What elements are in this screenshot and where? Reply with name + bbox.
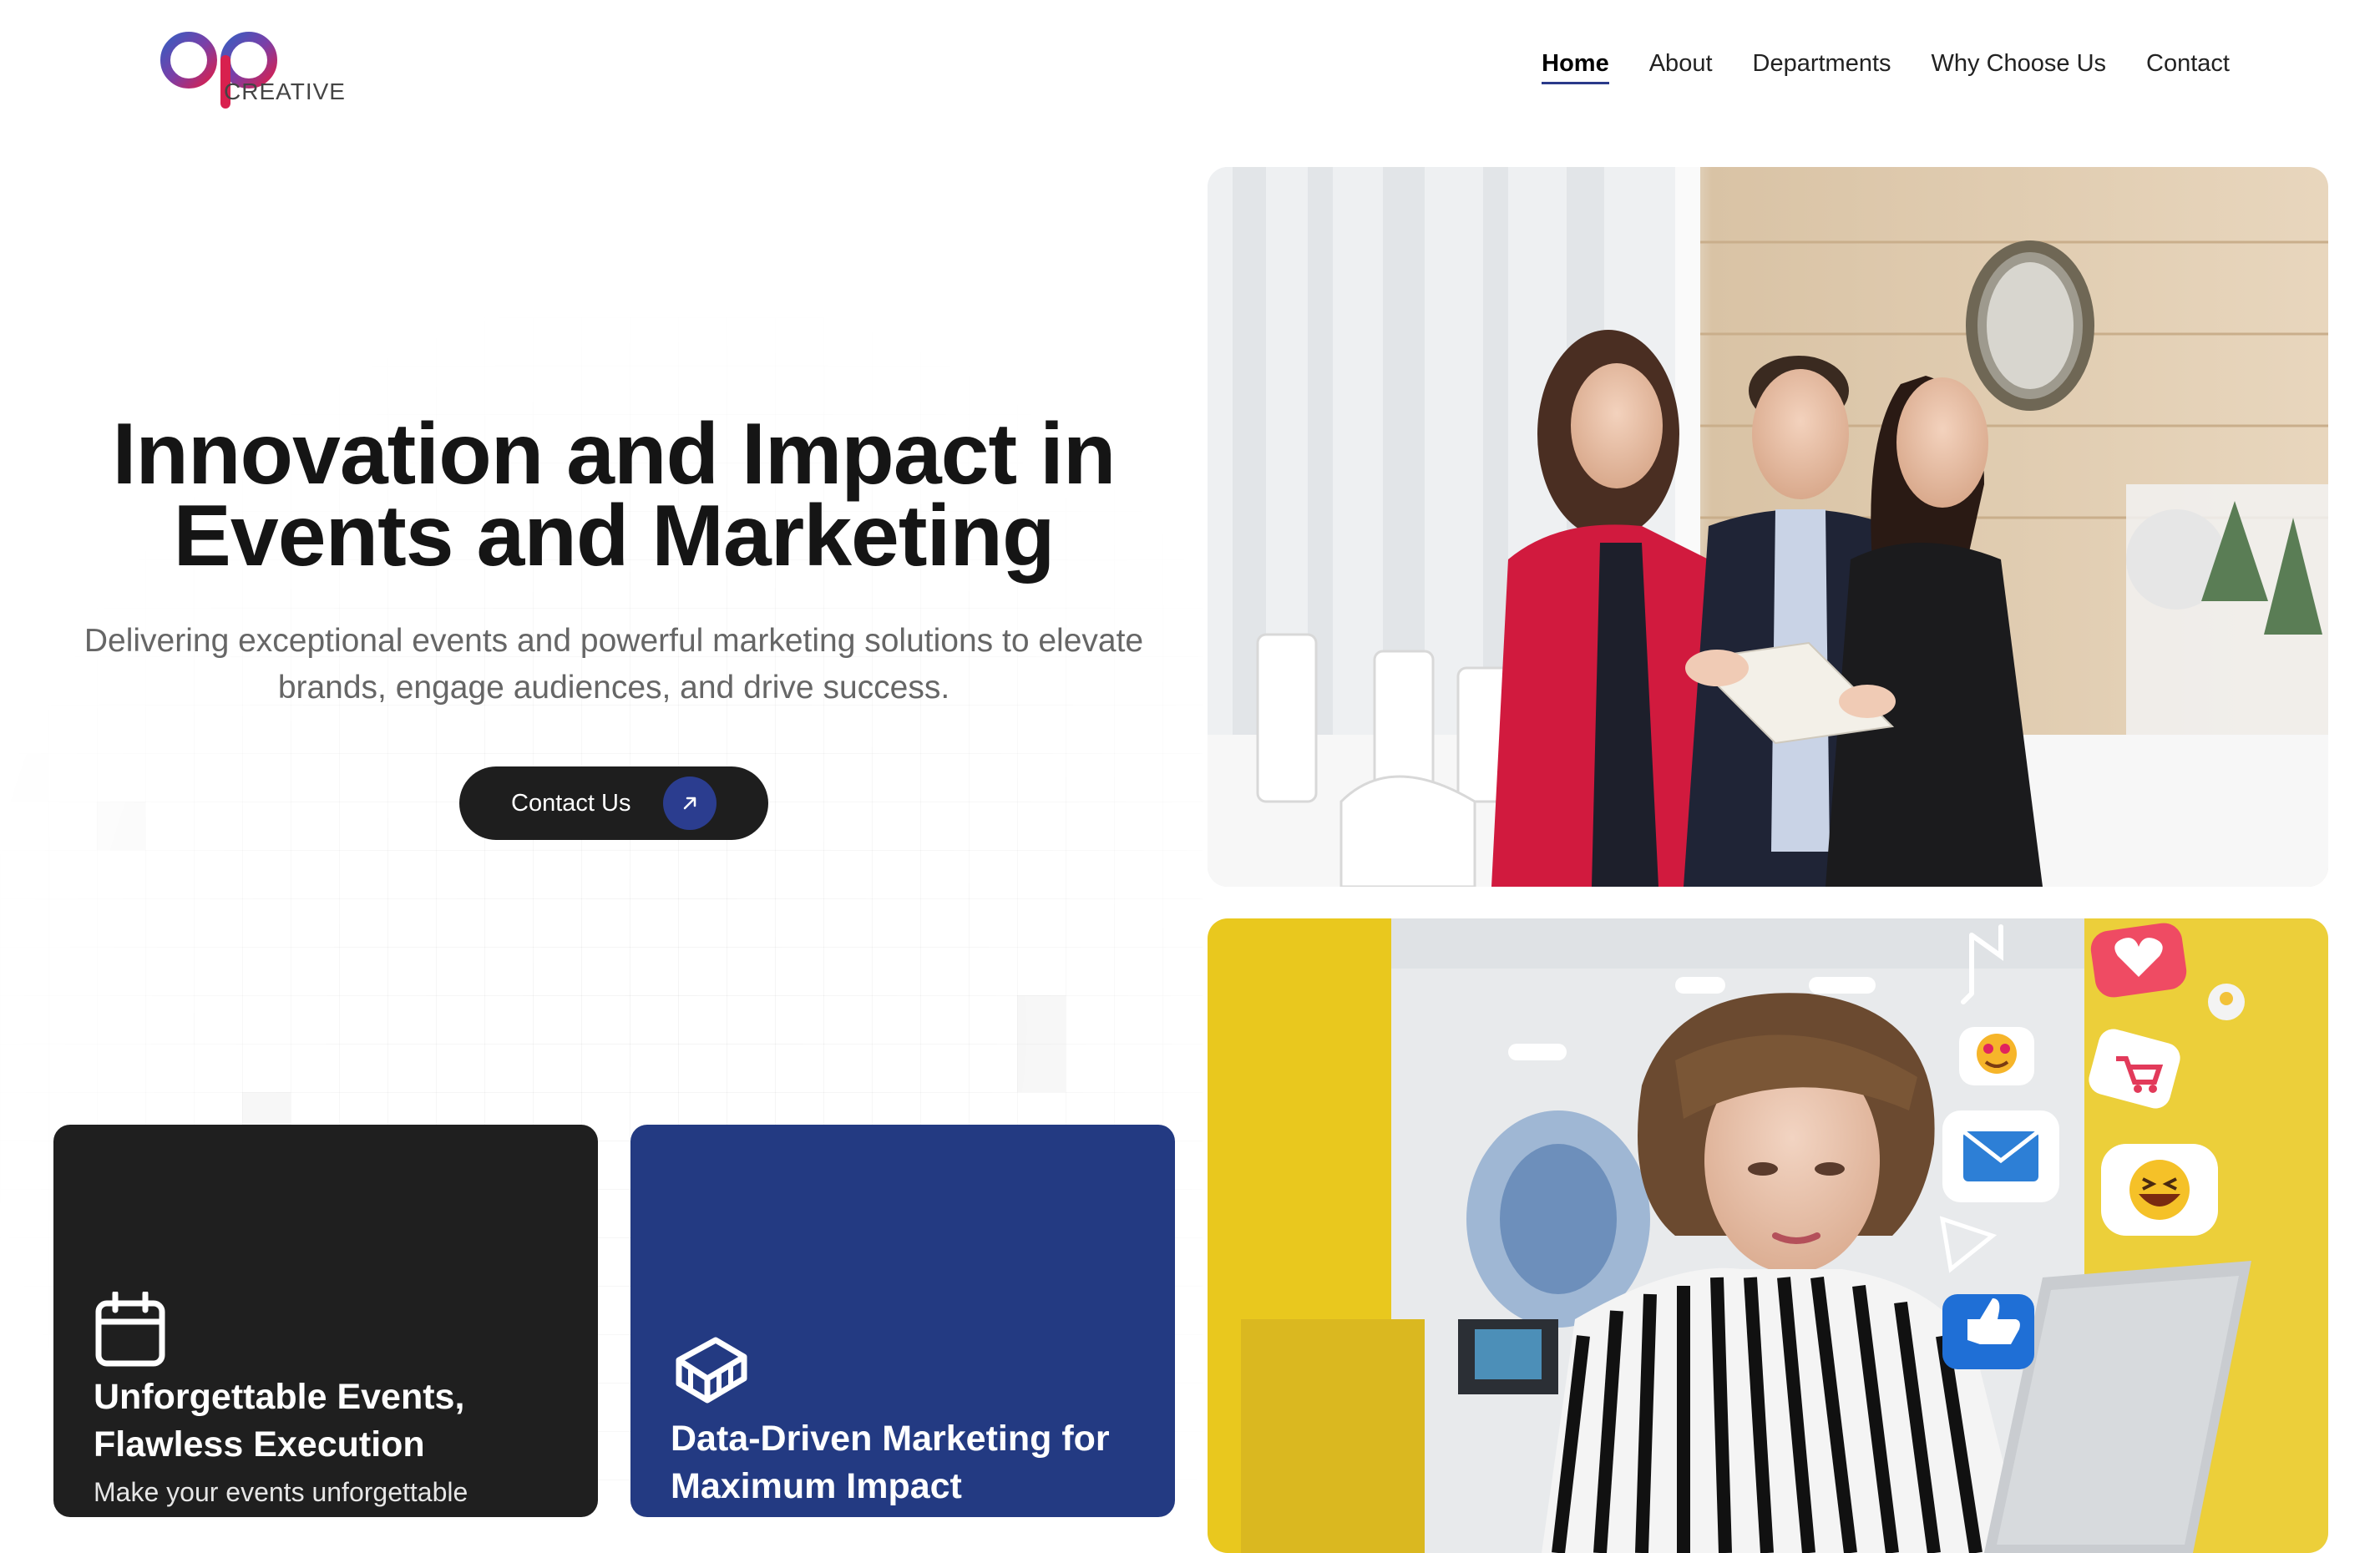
feature-card-title-line-2: Maximum Impact	[671, 1466, 962, 1506]
nav-item-why-choose-us[interactable]: Why Choose Us	[1932, 50, 2107, 84]
feature-card-title: Data-Driven Marketing for Maximum Impact	[671, 1415, 1138, 1510]
feature-card-marketing[interactable]: Data-Driven Marketing for Maximum Impact	[630, 1125, 1175, 1517]
feature-card-text: Make your events unforgettable	[94, 1477, 468, 1507]
arrow-up-right-icon	[663, 776, 717, 830]
brand-logo-sub: CREATIVE	[224, 78, 346, 104]
hero-title-line-2: Events and Marketing	[173, 488, 1056, 584]
cube-icon	[672, 1332, 749, 1413]
nav-item-departments[interactable]: Departments	[1753, 50, 1891, 84]
feature-card-title: Unforgettable Events, Flawless Execution	[94, 1373, 561, 1469]
nav-item-about[interactable]: About	[1649, 50, 1713, 84]
nav-item-home[interactable]: Home	[1542, 50, 1609, 84]
hero-title-line-1: Innovation and Impact in	[112, 406, 1117, 503]
feature-card-title-line-2: Flawless Execution	[94, 1424, 425, 1464]
nav-item-contact[interactable]: Contact	[2146, 50, 2230, 84]
hero-title: Innovation and Impact in Events and Mark…	[50, 406, 1177, 584]
feature-card-title-line-1: Unforgettable Events,	[94, 1377, 465, 1417]
calendar-icon	[95, 1290, 165, 1371]
main-nav: Home About Departments Why Choose Us Con…	[1501, 50, 2230, 84]
hero-subtitle-line-2: brands, engage audiences, and drive succ…	[277, 670, 950, 706]
feature-card-title-line-1: Data-Driven Marketing for	[671, 1419, 1110, 1459]
hero-subtitle: Delivering exceptional events and powerf…	[50, 618, 1177, 711]
contact-us-button-label: Contact Us	[511, 789, 631, 817]
hero-subtitle-line-1: Delivering exceptional events and powerf…	[84, 623, 1144, 659]
feature-card-events[interactable]: Unforgettable Events, Flawless Execution…	[53, 1125, 598, 1517]
marketing-woman-photo	[1208, 918, 2328, 1553]
contact-us-button[interactable]: Contact Us	[459, 766, 768, 840]
event-team-photo	[1208, 167, 2328, 887]
